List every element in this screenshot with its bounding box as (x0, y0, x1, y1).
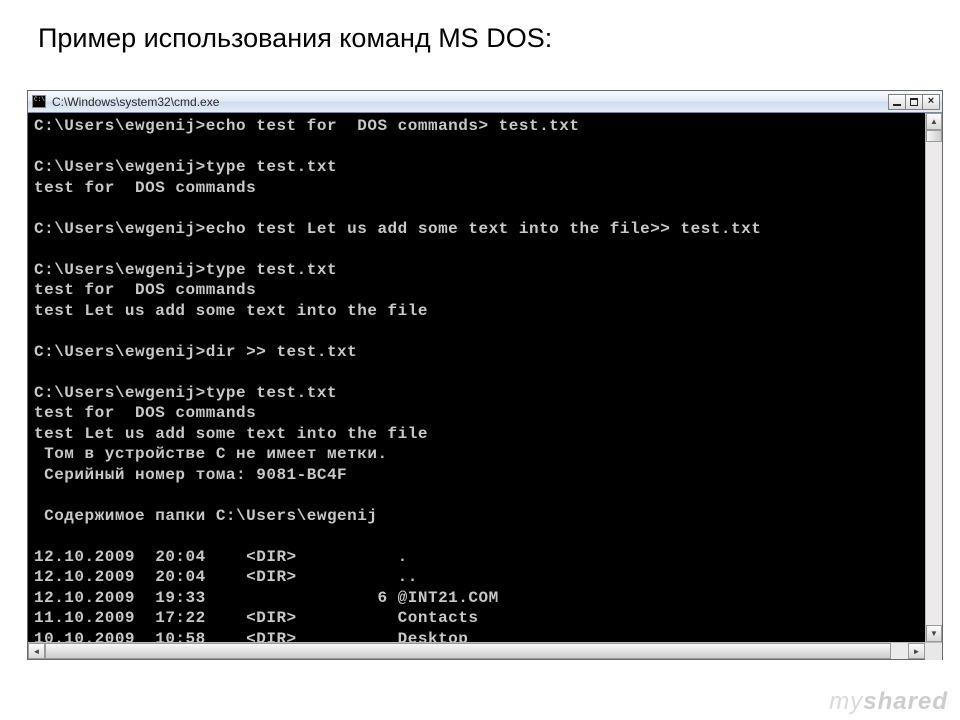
scroll-up-button[interactable]: ▲ (926, 113, 942, 130)
horizontal-scrollbar[interactable]: ◄ ► (28, 642, 942, 659)
window-title: C:\Windows\system32\cmd.exe (52, 95, 883, 109)
window-body: C:\Users\ewgenij>echo test for DOS comma… (28, 113, 942, 642)
minimize-button[interactable] (888, 94, 906, 110)
scroll-down-button[interactable]: ▼ (926, 625, 942, 642)
page-heading: Пример использования команд MS DOS: (38, 23, 552, 54)
vertical-scroll-track[interactable] (926, 130, 942, 625)
window-titlebar[interactable]: C:\Windows\system32\cmd.exe × (28, 91, 942, 113)
scroll-right-button[interactable]: ► (908, 643, 925, 659)
horizontal-scroll-thumb[interactable] (45, 643, 891, 659)
cmd-window: C:\Windows\system32\cmd.exe × C:\Users\e… (27, 90, 943, 660)
watermark: myshared (829, 688, 948, 716)
vertical-scrollbar[interactable]: ▲ ▼ (925, 113, 942, 642)
cmd-icon (32, 95, 46, 108)
vertical-scroll-thumb[interactable] (926, 130, 942, 142)
close-button[interactable]: × (922, 94, 940, 110)
scrollbar-corner (925, 643, 942, 660)
maximize-button[interactable] (905, 94, 923, 110)
terminal-output[interactable]: C:\Users\ewgenij>echo test for DOS comma… (28, 113, 925, 642)
horizontal-scroll-track[interactable] (45, 643, 908, 659)
window-controls: × (889, 94, 940, 110)
scroll-left-button[interactable]: ◄ (28, 643, 45, 659)
